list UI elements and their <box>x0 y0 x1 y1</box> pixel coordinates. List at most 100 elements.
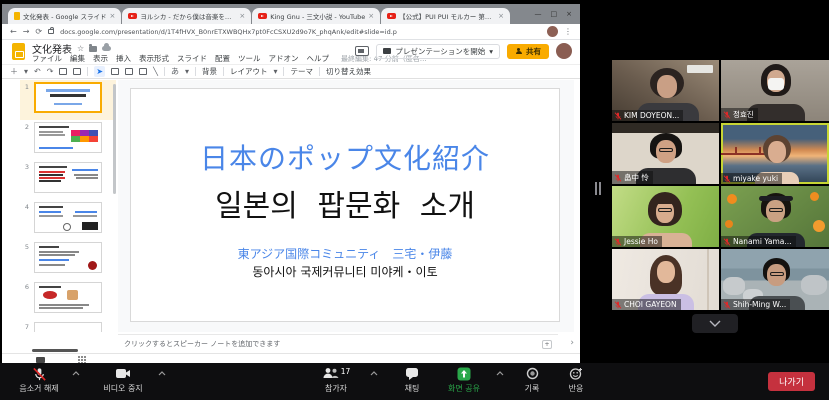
tab-youtube-1[interactable]: ヨルシカ - だから僕は音楽を辞めた… × <box>122 8 251 24</box>
slide-subtitle-block[interactable]: 東アジア国際コミュニティ 三宅・伊藤 동아시아 국제커뮤니티 미야케・이토 <box>131 245 559 280</box>
new-slide-icon[interactable]: ＋ <box>10 68 18 76</box>
mic-options-caret-icon[interactable] <box>72 371 80 376</box>
participant-tile[interactable]: Shih-Ming W... <box>721 249 829 310</box>
screen-share-icon <box>457 367 471 381</box>
cloud-status-icon <box>102 46 111 51</box>
chat-button[interactable]: 채팅 <box>392 367 432 394</box>
font-tool-icon[interactable]: あ <box>171 68 179 76</box>
youtube-favicon-icon <box>128 13 137 19</box>
menu-insert[interactable]: 挿入 <box>116 53 131 64</box>
unmute-button[interactable]: 음소거 해제 <box>8 367 70 394</box>
undo-icon[interactable]: ↶ <box>34 68 41 76</box>
panel-drag-handle[interactable] <box>595 182 601 195</box>
text-box-icon[interactable] <box>111 68 119 75</box>
background-button[interactable]: 背景 <box>202 66 217 77</box>
window-minimize-icon[interactable]: — <box>535 10 542 18</box>
menu-file[interactable]: ファイル <box>32 53 62 64</box>
share-options-caret-icon[interactable] <box>496 371 504 376</box>
menu-format[interactable]: 表示形式 <box>139 53 169 64</box>
window-maximize-icon[interactable]: □ <box>551 10 558 18</box>
tab-close-icon[interactable]: × <box>498 12 504 20</box>
slide-thumbnail-6[interactable]: 6 <box>20 280 116 320</box>
slide-canvas: 日本のポップ文化紹介 일본의 팝문화 소개 東アジア国際コミュニティ 三宅・伊藤… <box>118 80 574 332</box>
toolbar-caret-icon[interactable]: ▾ <box>24 68 28 76</box>
theme-button[interactable]: テーマ <box>290 66 313 77</box>
select-cursor-icon[interactable]: ➤ <box>94 66 105 77</box>
tab-close-icon[interactable]: × <box>109 12 115 20</box>
slide-thumbnail-7[interactable]: 7 <box>20 320 116 332</box>
account-avatar[interactable] <box>556 43 572 59</box>
participants-caret-icon[interactable] <box>370 371 378 376</box>
notes-expand-icon[interactable]: › <box>570 338 574 348</box>
redo-icon[interactable]: ↷ <box>47 68 54 76</box>
speaker-notes[interactable]: クリックするとスピーカー ノートを追加できます + <box>118 334 558 353</box>
screen-share-button[interactable]: 화면 공유 <box>436 367 492 394</box>
reactions-button[interactable]: 반응 <box>556 367 596 394</box>
window-close-icon[interactable]: × <box>566 10 572 18</box>
layout-caret-icon[interactable]: ▾ <box>273 68 277 76</box>
slide-title-block[interactable]: 日本のポップ文化紹介 일본의 팝문화 소개 <box>131 137 559 225</box>
menu-tools[interactable]: ツール <box>238 53 261 64</box>
insert-shape-icon[interactable] <box>139 68 147 75</box>
participant-tile[interactable]: 정효진 <box>721 60 829 121</box>
presenter-view-icon[interactable] <box>355 46 369 56</box>
participant-tile[interactable]: Nanami Yama... <box>721 186 829 247</box>
menu-view[interactable]: 表示 <box>93 53 108 64</box>
panel-scrollbar[interactable] <box>32 349 78 352</box>
insert-line-icon[interactable]: ╲ <box>153 68 158 76</box>
print-icon[interactable] <box>59 68 67 75</box>
participant-tile[interactable]: Jessie Ho <box>612 186 719 247</box>
menu-edit[interactable]: 編集 <box>70 53 85 64</box>
present-caret-icon[interactable]: ▾ <box>489 47 493 56</box>
reload-icon[interactable]: ⟳ <box>35 27 42 36</box>
participant-tile[interactable]: CHOI GAYEON <box>612 249 719 310</box>
menu-arrange[interactable]: 配置 <box>215 53 230 64</box>
slide-subtitle-korean: 동아시아 국제커뮤니티 미야케・이토 <box>131 263 559 280</box>
leave-meeting-button[interactable]: 나가기 <box>768 372 815 391</box>
grid-view-icon[interactable] <box>78 356 86 363</box>
font-caret-icon[interactable]: ▾ <box>185 68 189 76</box>
thumb-number: 3 <box>20 160 34 200</box>
current-slide[interactable]: 日本のポップ文化紹介 일본의 팝문화 소개 東アジア国際コミュニティ 三宅・伊藤… <box>130 88 560 322</box>
collapse-strip-button[interactable] <box>692 314 738 333</box>
share-button[interactable]: 共有 <box>507 44 549 59</box>
participant-tile[interactable]: KIM DOYEON... <box>612 60 719 121</box>
transition-button[interactable]: 切り替え効果 <box>326 66 371 77</box>
slide-thumbnail-4[interactable]: 4 <box>20 200 116 240</box>
forward-icon[interactable]: → <box>23 27 30 36</box>
thumbnail-scrollbar[interactable] <box>113 84 116 194</box>
menu-slide[interactable]: スライド <box>177 53 207 64</box>
address-input[interactable]: docs.google.com/presentation/d/1T4fHVX_B… <box>60 28 541 36</box>
move-folder-icon[interactable] <box>89 46 97 52</box>
participant-tile-active-speaker[interactable]: miyake yuki <box>721 123 829 184</box>
google-slides-logo-icon[interactable] <box>12 43 25 60</box>
participants-button[interactable]: 17 참가자 <box>308 367 364 394</box>
slide-thumbnail-3[interactable]: 3 <box>20 160 116 200</box>
video-options-caret-icon[interactable] <box>158 371 166 376</box>
menu-addons[interactable]: アドオン <box>269 53 299 64</box>
slide-thumbnail-2[interactable]: 2 <box>20 120 116 160</box>
insert-image-icon[interactable] <box>125 68 133 75</box>
menu-help[interactable]: ヘルプ <box>307 53 330 64</box>
stop-video-button[interactable]: 비디오 중지 <box>92 367 154 394</box>
browser-menu-icon[interactable]: ⋮ <box>564 27 572 36</box>
share-person-icon <box>515 48 522 55</box>
tab-youtube-3[interactable]: 【公式】PUI PUI モルカー 第1話… × <box>381 8 510 24</box>
tab-youtube-2[interactable]: King Gnu - 三文小説 - YouTube × <box>252 8 380 24</box>
muted-mic-icon <box>614 112 622 120</box>
tab-close-icon[interactable]: × <box>368 12 374 20</box>
participant-tile[interactable]: 畠中 怜 <box>612 123 719 184</box>
layout-button[interactable]: レイアウト <box>230 66 268 77</box>
star-icon[interactable]: ☆ <box>77 44 84 53</box>
back-icon[interactable]: ← <box>10 27 17 36</box>
paint-format-icon[interactable] <box>73 68 81 75</box>
record-button[interactable]: 기록 <box>512 367 552 394</box>
notes-add-icon[interactable]: + <box>542 340 552 349</box>
slide-thumbnail-5[interactable]: 5 <box>20 240 116 280</box>
start-presentation-button[interactable]: プレゼンテーションを開始 ▾ <box>376 44 500 59</box>
tab-close-icon[interactable]: × <box>239 12 245 20</box>
tab-slides[interactable]: 文化発表 - Google スライド × <box>8 8 121 24</box>
slide-thumbnail-1[interactable]: 1 <box>20 80 116 120</box>
chrome-profile-avatar[interactable] <box>547 26 558 37</box>
participant-name: Nanami Yama... <box>733 237 792 246</box>
